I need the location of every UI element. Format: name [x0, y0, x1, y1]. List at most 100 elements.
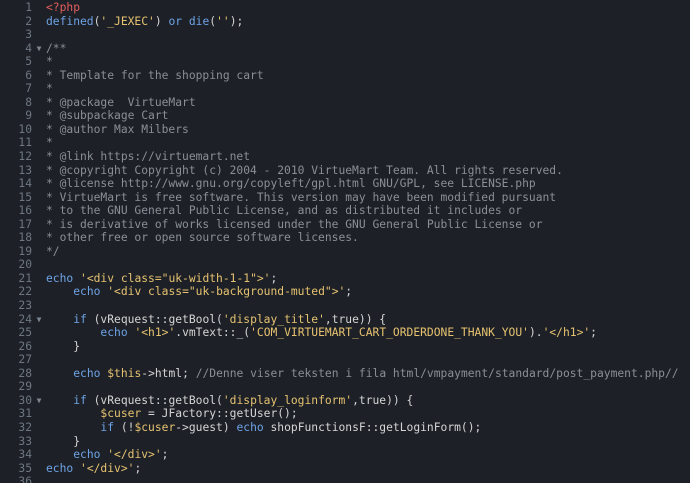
code-line[interactable]: 29: [0, 380, 690, 394]
code-line[interactable]: 28 echo $this->html; //Denne viser tekst…: [0, 367, 690, 381]
code-text[interactable]: /**: [46, 42, 690, 56]
code-line[interactable]: 30 ▼ if (vRequest::getBool('display_login…: [0, 394, 690, 408]
code-line[interactable]: 26 }: [0, 340, 690, 354]
line-number: 12: [18, 150, 32, 164]
code-line[interactable]: 3: [0, 28, 690, 42]
code-text[interactable]: if (vRequest::getBool('display_title',tr…: [46, 313, 690, 327]
code-line[interactable]: 35 echo '</div>';: [0, 462, 690, 476]
code-text[interactable]: *: [46, 55, 690, 69]
code-line[interactable]: 10 * @author Max Milbers: [0, 123, 690, 137]
code-line[interactable]: 4 ▼/**: [0, 42, 690, 56]
code-token: if: [100, 420, 115, 434]
code-line[interactable]: 5 *: [0, 55, 690, 69]
code-text[interactable]: *: [46, 136, 690, 150]
code-text[interactable]: echo '</div>';: [46, 448, 690, 462]
fold-arrow-icon[interactable]: ▼: [32, 42, 46, 56]
fold-gutter: [32, 245, 46, 259]
line-number: 24: [18, 312, 32, 326]
code-token: ->html;: [141, 366, 196, 380]
code-token: * @license http://www.gnu.org/copyleft/g…: [46, 177, 536, 191]
code-text[interactable]: [46, 353, 690, 367]
code-text[interactable]: * to the GNU General Public License, and…: [46, 204, 690, 218]
code-line[interactable]: 23: [0, 299, 690, 313]
fold-arrow-icon[interactable]: ▼: [32, 394, 46, 408]
code-text[interactable]: * VirtueMart is free software. This vers…: [46, 191, 690, 205]
code-line[interactable]: 34 echo '</div>';: [0, 448, 690, 462]
code-line[interactable]: 7 *: [0, 82, 690, 96]
code-token: '<div class="uk-width-1-1">': [80, 271, 271, 285]
code-line[interactable]: 33 }: [0, 435, 690, 449]
code-text[interactable]: * @subpackage Cart: [46, 109, 690, 123]
code-line[interactable]: 31 $cuser = JFactory::getUser();: [0, 407, 690, 421]
code-text[interactable]: * Template for the shopping cart: [46, 69, 690, 83]
code-line[interactable]: 22 echo '<div class="uk-background-muted…: [0, 285, 690, 299]
line-number: 18: [18, 231, 32, 245]
code-text[interactable]: *: [46, 82, 690, 96]
code-text[interactable]: * @link https://virtuemart.net: [46, 150, 690, 164]
code-text[interactable]: if (vRequest::getBool('display_loginform…: [46, 394, 690, 408]
code-text[interactable]: * @package VirtueMart: [46, 96, 690, 110]
code-line[interactable]: 20: [0, 258, 690, 272]
code-line[interactable]: 9 * @subpackage Cart: [0, 109, 690, 123]
code-text[interactable]: echo '<h1>'.vmText::_('COM_VIRTUEMART_CA…: [46, 326, 690, 340]
fold-gutter: [32, 1, 46, 15]
code-line[interactable]: 1 <?php: [0, 1, 690, 15]
code-text[interactable]: }: [46, 435, 690, 449]
code-line[interactable]: 25 echo '<h1>'.vmText::_('COM_VIRTUEMART…: [0, 326, 690, 340]
line-number: 22: [18, 285, 32, 299]
line-number: 14: [18, 177, 32, 191]
code-token: * @author Max Milbers: [46, 122, 189, 136]
code-line[interactable]: 27: [0, 353, 690, 367]
code-line[interactable]: 16 * to the GNU General Public License, a…: [0, 204, 690, 218]
line-number: 9: [25, 109, 32, 123]
code-text[interactable]: * @license http://www.gnu.org/copyleft/g…: [46, 177, 690, 191]
code-line[interactable]: 15 * VirtueMart is free software. This ve…: [0, 191, 690, 205]
code-line[interactable]: 36: [0, 475, 690, 483]
code-text[interactable]: echo '</div>';: [46, 462, 690, 476]
line-number: 26: [18, 339, 32, 353]
code-line[interactable]: 19 */: [0, 245, 690, 259]
code-text[interactable]: }: [46, 340, 690, 354]
code-text[interactable]: */: [46, 245, 690, 259]
code-line[interactable]: 18 * other free or open source software l…: [0, 231, 690, 245]
code-text[interactable]: [46, 28, 690, 42]
code-text[interactable]: [46, 299, 690, 313]
code-line[interactable]: 14 * @license http://www.gnu.org/copyleft…: [0, 177, 690, 191]
code-line[interactable]: 8 * @package VirtueMart: [0, 96, 690, 110]
code-line[interactable]: 32 if (!$cuser->guest) echo shopFunction…: [0, 421, 690, 435]
code-text[interactable]: [46, 380, 690, 394]
fold-gutter: [32, 82, 46, 96]
code-text[interactable]: * @copyright Copyright (c) 2004 - 2010 V…: [46, 164, 690, 178]
code-line[interactable]: 13 * @copyright Copyright (c) 2004 - 2010…: [0, 164, 690, 178]
code-token: }: [46, 339, 81, 353]
code-token: );: [229, 14, 244, 28]
code-text[interactable]: [46, 475, 690, 483]
code-line[interactable]: 24 ▼ if (vRequest::getBool('display_title…: [0, 313, 690, 327]
code-line[interactable]: 12 * @link https://virtuemart.net: [0, 150, 690, 164]
code-text[interactable]: <?php: [46, 1, 690, 15]
line-number: 21: [18, 271, 32, 285]
code-token: echo: [73, 366, 101, 380]
code-text[interactable]: echo '<div class="uk-width-1-1">';: [46, 272, 690, 286]
code-line[interactable]: 21 echo '<div class="uk-width-1-1">';: [0, 272, 690, 286]
code-line[interactable]: 2 defined('_JEXEC') or die('');: [0, 15, 690, 29]
fold-arrow-icon[interactable]: ▼: [32, 313, 46, 327]
code-text[interactable]: $cuser = JFactory::getUser();: [46, 407, 690, 421]
code-text[interactable]: * @author Max Milbers: [46, 123, 690, 137]
code-text[interactable]: if (!$cuser->guest) echo shopFunctionsF:…: [46, 421, 690, 435]
code-text[interactable]: echo '<div class="uk-background-muted">'…: [46, 285, 690, 299]
code-line[interactable]: 6 * Template for the shopping cart: [0, 69, 690, 83]
code-text[interactable]: defined('_JEXEC') or die('');: [46, 15, 690, 29]
code-token: ;: [345, 285, 353, 299]
code-text[interactable]: [46, 258, 690, 272]
code-token: /**: [46, 41, 67, 55]
code-line[interactable]: 11 *: [0, 136, 690, 150]
code-line[interactable]: 17 * is derivative of works licensed unde…: [0, 218, 690, 232]
code-text[interactable]: echo $this->html; //Denne viser teksten …: [46, 367, 690, 381]
code-text[interactable]: * is derivative of works licensed under …: [46, 218, 690, 232]
code-text[interactable]: * other free or open source software lic…: [46, 231, 690, 245]
line-number: 16: [18, 204, 32, 218]
code-editor[interactable]: 1 <?php 2 defined('_JEXEC') or die(''); 3 4 ▼ /…: [0, 0, 690, 483]
